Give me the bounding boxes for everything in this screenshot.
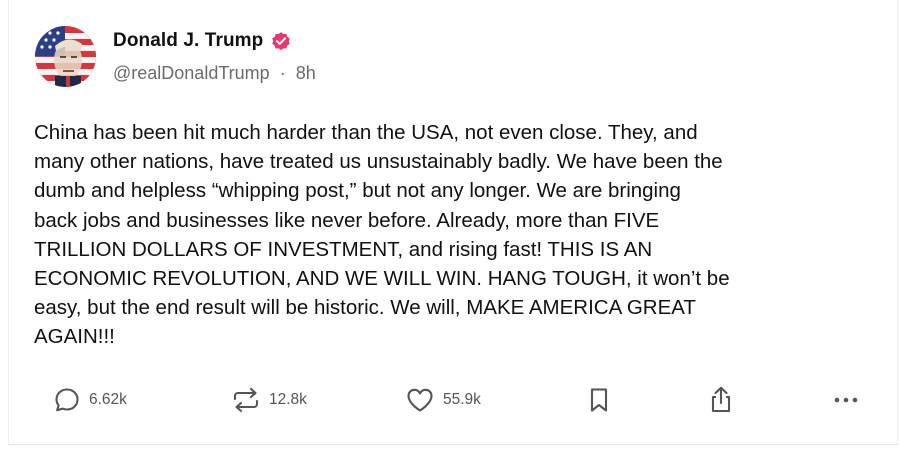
author-display-name[interactable]: Donald J. Trump [113,30,263,52]
post-line: dumb and helpless “whipping post,” but n… [34,179,681,203]
share-button[interactable] [707,383,735,417]
author-handle[interactable]: @realDonaldTrump [113,63,270,83]
reply-button[interactable]: 6.62k [53,383,127,417]
post-line: AGAIN!!! [34,325,115,349]
author-name-row: Donald J. Trump [113,27,292,55]
repost-count: 12.8k [269,391,307,408]
meta-separator: · [279,63,286,83]
avatar[interactable] [35,26,96,87]
reply-bubble-icon [53,386,81,414]
share-upload-icon [707,385,735,415]
more-options-button[interactable] [831,383,861,417]
action-bar: 6.62k 12.8k 55.9k [9,383,899,417]
post-line: easy, but the end result will be histori… [34,296,696,320]
post-line: ECONOMIC REVOLUTION, AND WE WILL WIN. HA… [34,267,730,291]
repost-button[interactable]: 12.8k [231,383,307,417]
verified-badge-icon [270,30,292,52]
post-line: many other nations, have treated us unsu… [34,150,723,174]
repost-arrows-icon [231,386,261,414]
like-count: 55.9k [443,391,481,408]
bookmark-button[interactable] [587,383,611,417]
more-dots-icon [831,386,861,414]
post-line: back jobs and businesses like never befo… [34,208,660,232]
post-line: China has been hit much harder than the … [34,121,698,144]
post-body: China has been hit much harder than the … [34,118,894,352]
post-line: TRILLION DOLLARS OF INVESTMENT, and risi… [34,237,653,261]
heart-icon [405,386,435,414]
post-time[interactable]: 8h [296,63,316,83]
post-card: Donald J. Trump @realDonaldTrump · 8h Ch… [8,0,898,445]
author-handle-row: @realDonaldTrump · 8h [113,63,316,84]
like-button[interactable]: 55.9k [405,383,481,417]
reply-count: 6.62k [89,391,127,408]
bookmark-icon [587,386,611,414]
